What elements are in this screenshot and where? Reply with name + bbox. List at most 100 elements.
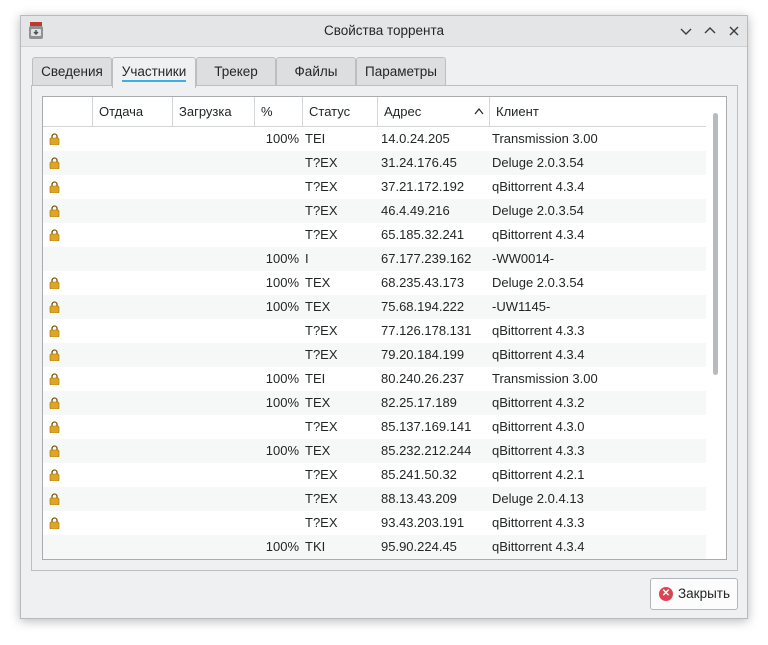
cell-status: T?EX [305, 419, 338, 434]
cell-status: TKI [305, 539, 326, 554]
cell-client: qBittorrent 4.3.3 [492, 515, 585, 530]
column-upload[interactable]: Отдача [93, 97, 173, 126]
table-row[interactable]: T?EX 79.20.184.199 qBittorrent 4.3.4 [43, 343, 706, 367]
close-window-button[interactable] [725, 22, 743, 40]
cell-percent: 100% [265, 275, 299, 290]
scrollbar-thumb[interactable] [713, 113, 718, 375]
cell-client: Deluge 2.0.3.54 [492, 275, 584, 290]
minimize-button[interactable] [677, 22, 695, 40]
torrent-properties-dialog: Свойства торрента Сведения Участники Тре… [20, 15, 748, 619]
lock-icon [49, 301, 60, 313]
cell-percent: 100% [265, 299, 299, 314]
peers-panel: Отдача Загрузка % Статус Адрес Клиент 10… [31, 85, 738, 571]
table-row[interactable]: T?EX 85.137.169.141 qBittorrent 4.3.0 [43, 415, 706, 439]
column-client[interactable]: Клиент [490, 97, 706, 126]
close-button[interactable]: ✕ Закрыть [650, 578, 738, 610]
cell-client: qBittorrent 4.3.3 [492, 443, 585, 458]
cell-status: T?EX [305, 155, 338, 170]
tab-options[interactable]: Параметры [356, 57, 446, 86]
column-address[interactable]: Адрес [378, 97, 490, 126]
cell-status: T?EX [305, 203, 338, 218]
table-row[interactable]: 100% TEX 68.235.43.173 Deluge 2.0.3.54 [43, 271, 706, 295]
cell-status: TEI [305, 371, 326, 386]
peers-list[interactable]: Отдача Загрузка % Статус Адрес Клиент 10… [42, 96, 727, 560]
lock-icon [49, 157, 60, 169]
cell-status: T?EX [305, 515, 338, 530]
table-row[interactable]: T?EX 65.185.32.241 qBittorrent 4.3.4 [43, 223, 706, 247]
cell-address: 65.185.32.241 [381, 227, 465, 242]
lock-icon [49, 493, 60, 505]
cell-address: 46.4.49.216 [381, 203, 450, 218]
lock-icon [49, 229, 60, 241]
table-row[interactable]: T?EX 37.21.172.192 qBittorrent 4.3.4 [43, 175, 706, 199]
close-circle-icon: ✕ [659, 587, 673, 601]
table-row[interactable]: 100% TEX 75.68.194.222 -UW1145- [43, 295, 706, 319]
cell-percent: 100% [265, 131, 299, 146]
table-row[interactable]: 100% TEX 85.232.212.244 qBittorrent 4.3.3 [43, 439, 706, 463]
lock-icon [49, 517, 60, 529]
cell-status: TEX [305, 443, 331, 458]
tab-peers[interactable]: Участники [112, 57, 196, 88]
cell-address: 85.241.50.32 [381, 467, 457, 482]
cell-status: T?EX [305, 323, 338, 338]
column-download[interactable]: Загрузка [173, 97, 255, 126]
cell-client: Deluge 2.0.3.54 [492, 203, 584, 218]
cell-percent [255, 199, 299, 223]
lock-icon [49, 277, 60, 289]
cell-percent: 100% [265, 443, 299, 458]
tab-info[interactable]: Сведения [32, 57, 112, 86]
table-row[interactable]: 100% TKI 95.90.224.45 qBittorrent 4.3.4 [43, 535, 706, 559]
lock-icon [49, 181, 60, 193]
cell-status: T?EX [305, 491, 338, 506]
column-lock[interactable] [43, 97, 93, 126]
table-row[interactable]: T?EX 31.24.176.45 Deluge 2.0.3.54 [43, 151, 706, 175]
cell-address: 80.240.26.237 [381, 371, 465, 386]
lock-icon [49, 445, 60, 457]
lock-icon [49, 397, 60, 409]
cell-client: Deluge 2.0.3.54 [492, 155, 584, 170]
table-row[interactable]: 100% I 67.177.239.162 -WW0014- [43, 247, 706, 271]
cell-percent: 100% [265, 539, 299, 554]
cell-address: 93.43.203.191 [381, 515, 465, 530]
chevron-up-icon [474, 108, 484, 115]
cell-percent: 100% [265, 251, 299, 266]
cell-address: 88.13.43.209 [381, 491, 457, 506]
close-icon [729, 26, 739, 36]
cell-client: qBittorrent 4.3.2 [492, 395, 585, 410]
cell-client: qBittorrent 4.3.4 [492, 179, 585, 194]
tab-tracker[interactable]: Трекер [196, 57, 276, 86]
cell-percent [255, 511, 299, 535]
table-row[interactable]: 100% TEX 82.25.17.189 qBittorrent 4.3.2 [43, 391, 706, 415]
chevron-down-icon [680, 28, 692, 35]
cell-client: Transmission 3.00 [492, 131, 598, 146]
tab-files[interactable]: Файлы [276, 57, 356, 86]
chevron-up-icon [704, 27, 716, 34]
cell-client: qBittorrent 4.3.4 [492, 539, 585, 554]
column-status[interactable]: Статус [303, 97, 378, 126]
vertical-scrollbar[interactable] [706, 97, 726, 559]
table-row[interactable]: 100% TEI 80.240.26.237 Transmission 3.00 [43, 367, 706, 391]
cell-client: qBittorrent 4.3.4 [492, 347, 585, 362]
column-percent[interactable]: % [255, 97, 303, 126]
maximize-button[interactable] [701, 22, 719, 40]
table-row[interactable]: 100% TEI 14.0.24.205 Transmission 3.00 [43, 127, 706, 151]
cell-percent: 100% [265, 395, 299, 410]
cell-percent [255, 175, 299, 199]
cell-client: qBittorrent 4.3.0 [492, 419, 585, 434]
cell-address: 37.21.172.192 [381, 179, 465, 194]
cell-status: TEX [305, 299, 331, 314]
cell-status: TEI [305, 131, 326, 146]
table-row[interactable]: T?EX 46.4.49.216 Deluge 2.0.3.54 [43, 199, 706, 223]
peers-header: Отдача Загрузка % Статус Адрес Клиент [43, 97, 706, 127]
column-address-label: Адрес [384, 104, 422, 119]
table-row[interactable]: T?EX 93.43.203.191 qBittorrent 4.3.3 [43, 511, 706, 535]
cell-percent [255, 415, 299, 439]
table-row[interactable]: T?EX 77.126.178.131 qBittorrent 4.3.3 [43, 319, 706, 343]
table-row[interactable]: T?EX 85.241.50.32 qBittorrent 4.2.1 [43, 463, 706, 487]
table-row[interactable]: T?EX 88.13.43.209 Deluge 2.0.4.13 [43, 487, 706, 511]
cell-address: 14.0.24.205 [381, 131, 450, 146]
cell-status: T?EX [305, 227, 338, 242]
lock-icon [49, 469, 60, 481]
cell-client: qBittorrent 4.3.3 [492, 323, 585, 338]
title-bar[interactable]: Свойства торрента [21, 16, 747, 47]
